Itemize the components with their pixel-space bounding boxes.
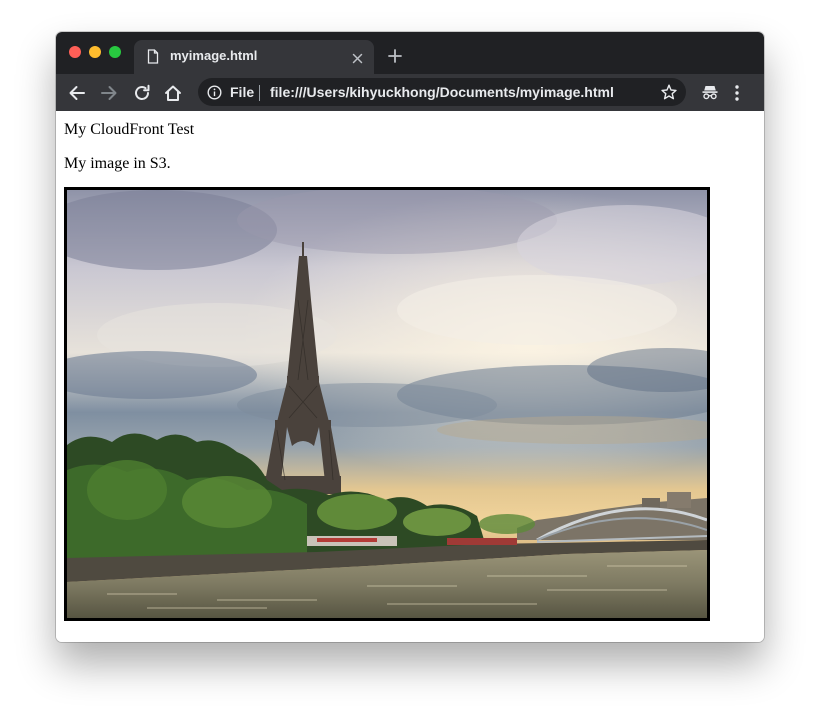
incognito-icon[interactable] bbox=[701, 83, 719, 106]
new-tab-icon[interactable] bbox=[388, 49, 402, 68]
page-content: My CloudFront Test My image in S3. bbox=[56, 111, 764, 642]
url-text[interactable]: file:///Users/kihyuckhong/Documents/myim… bbox=[270, 84, 614, 100]
tab-strip: myimage.html bbox=[56, 32, 764, 74]
toolbar: File file:///Users/kihyuckhong/Documents… bbox=[56, 74, 764, 111]
reload-icon[interactable] bbox=[133, 84, 151, 107]
scheme-divider bbox=[259, 85, 260, 101]
tab-myimage[interactable]: myimage.html bbox=[134, 40, 374, 74]
close-window-button[interactable] bbox=[69, 46, 81, 58]
address-bar[interactable]: File file:///Users/kihyuckhong/Documents… bbox=[198, 78, 686, 106]
file-icon bbox=[147, 49, 159, 69]
tab-title: myimage.html bbox=[170, 48, 258, 63]
kebab-menu-icon[interactable] bbox=[734, 84, 740, 107]
info-icon[interactable] bbox=[207, 85, 222, 105]
zoom-window-button[interactable] bbox=[109, 46, 121, 58]
scheme-label: File bbox=[230, 84, 255, 100]
minimize-window-button[interactable] bbox=[89, 46, 101, 58]
forward-arrow-icon[interactable] bbox=[100, 84, 118, 107]
page-heading: My CloudFront Test bbox=[64, 121, 195, 138]
browser-window: myimage.html File file:///Users/kihyuckh… bbox=[56, 32, 764, 642]
close-tab-icon[interactable] bbox=[352, 51, 363, 69]
page-paragraph: My image in S3. bbox=[64, 155, 171, 172]
star-icon[interactable] bbox=[661, 84, 677, 105]
back-arrow-icon[interactable] bbox=[68, 84, 86, 107]
eiffel-tower-photo bbox=[64, 187, 710, 621]
home-icon[interactable] bbox=[164, 84, 182, 107]
